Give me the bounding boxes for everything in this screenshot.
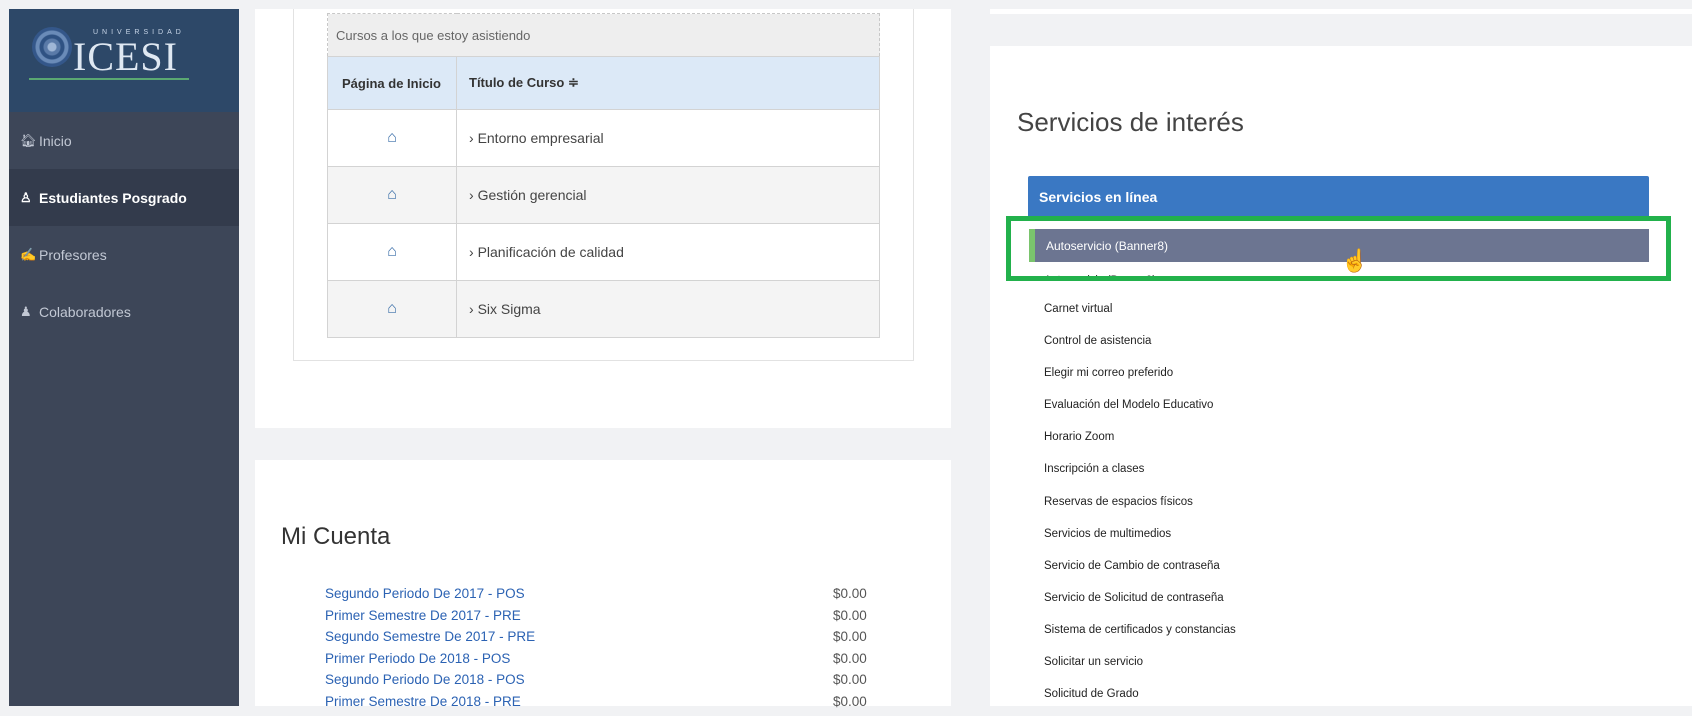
- services-list: Carnet virtual Control de asistencia Elegi…: [1044, 299, 1236, 716]
- seal-icon: [32, 27, 72, 67]
- hand-cursor-icon: ☝: [1341, 248, 1369, 273]
- service-link[interactable]: Evaluación del Modelo Educativo: [1044, 395, 1236, 427]
- chevron-right-icon: ›: [469, 187, 478, 203]
- sidebar-item-estudiantes-posgrado[interactable]: ♙ Estudiantes Posgrado: [9, 169, 239, 226]
- services-title: Servicios de interés: [1017, 107, 1244, 137]
- service-link[interactable]: Inscripción a clases: [1044, 459, 1236, 491]
- table-row: ⌂ › Gestión gerencial: [327, 166, 880, 224]
- student-icon: ♙: [20, 189, 32, 205]
- course-title: Planificación de calidad: [477, 244, 624, 260]
- account-period-link[interactable]: Segundo Periodo De 2018 - POS: [325, 672, 525, 694]
- table-row: ⌂ › Entorno empresarial: [327, 109, 880, 167]
- title-column-header[interactable]: Título de Curso ≑: [456, 56, 880, 110]
- account-period-link[interactable]: Segundo Semestre De 2017 - PRE: [325, 629, 535, 651]
- top-divider: [990, 9, 1692, 14]
- home-column-header: Página de Inicio: [327, 56, 457, 110]
- chevron-right-icon: ›: [469, 244, 478, 260]
- logo-underline: [29, 78, 189, 80]
- course-link[interactable]: › Gestión gerencial: [456, 166, 880, 224]
- sidebar-item-label: Colaboradores: [39, 303, 131, 320]
- service-link[interactable]: Servicios de multimedios: [1044, 524, 1236, 556]
- services-online-header[interactable]: Servicios en línea: [1028, 176, 1649, 217]
- account-period-link[interactable]: Segundo Periodo De 2017 - POS: [325, 586, 525, 608]
- account-amount: $0.00: [833, 672, 867, 687]
- account-row: Primer Semestre De 2018 - PRE $0.00: [325, 694, 885, 716]
- service-link[interactable]: Reservas de espacios físicos: [1044, 492, 1236, 524]
- course-link[interactable]: › Six Sigma: [456, 280, 880, 338]
- course-home-icon[interactable]: ⌂: [327, 223, 457, 281]
- account-list: Segundo Periodo De 2017 - POS $0.00 Primer…: [325, 586, 885, 715]
- course-title: Entorno empresarial: [477, 130, 604, 146]
- service-link[interactable]: Control de asistencia: [1044, 331, 1236, 363]
- service-link[interactable]: Solicitar un servicio: [1044, 652, 1236, 684]
- sidebar-item-profesores[interactable]: ✍ Profesores: [9, 226, 239, 283]
- logo-name-text: ICESI: [73, 34, 178, 79]
- account-amount: $0.00: [833, 693, 867, 709]
- university-logo[interactable]: UNIVERSIDAD ICESI: [9, 9, 239, 112]
- sidebar-item-colaboradores[interactable]: ♟ Colaboradores: [9, 283, 239, 340]
- users-icon: ♟: [20, 303, 32, 319]
- sidebar-item-inicio[interactable]: 🏠︎ Inicio: [9, 112, 239, 169]
- courses-table: Cursos a los que estoy asistiendo Página…: [327, 13, 880, 338]
- chevron-right-icon: ›: [469, 301, 478, 317]
- service-link[interactable]: Solicitud de Grado: [1044, 684, 1236, 716]
- service-link[interactable]: Sistema de certificados y constancias: [1044, 620, 1236, 652]
- table-row: ⌂ › Six Sigma: [327, 280, 880, 338]
- course-link[interactable]: › Entorno empresarial: [456, 109, 880, 167]
- account-title: Mi Cuenta: [281, 523, 391, 550]
- account-period-link[interactable]: Primer Periodo De 2018 - POS: [325, 651, 510, 673]
- service-link[interactable]: Servicio de Cambio de contraseña: [1044, 556, 1236, 588]
- sidebar-item-label: Estudiantes Posgrado: [39, 189, 187, 206]
- course-title: Gestión gerencial: [477, 187, 587, 203]
- account-period-link[interactable]: Primer Semestre De 2017 - PRE: [325, 608, 521, 630]
- account-amount: $0.00: [833, 607, 867, 623]
- sidebar-item-label: Profesores: [39, 246, 107, 263]
- course-home-icon[interactable]: ⌂: [327, 109, 457, 167]
- sidebar: UNIVERSIDAD ICESI 🏠︎ Inicio ♙ Estudiantes P…: [9, 9, 239, 706]
- sidebar-item-label: Inicio: [39, 132, 72, 149]
- account-row: Primer Periodo De 2018 - POS $0.00: [325, 651, 885, 673]
- service-link[interactable]: Carnet virtual: [1044, 299, 1236, 331]
- course-link[interactable]: › Planificación de calidad: [456, 223, 880, 281]
- account-row: Primer Semestre De 2017 - PRE $0.00: [325, 608, 885, 630]
- account-amount: $0.00: [833, 650, 867, 666]
- courses-caption: Cursos a los que estoy asistiendo: [327, 13, 880, 57]
- account-amount: $0.00: [833, 586, 867, 601]
- service-link[interactable]: Servicio de Solicitud de contraseña: [1044, 588, 1236, 620]
- account-period-link[interactable]: Primer Semestre De 2018 - PRE: [325, 694, 521, 716]
- teacher-icon: ✍: [20, 246, 37, 262]
- course-home-icon[interactable]: ⌂: [327, 280, 457, 338]
- sidebar-nav: 🏠︎ Inicio ♙ Estudiantes Posgrado ✍ Profesores…: [9, 112, 239, 340]
- home-icon: 🏠︎: [20, 132, 37, 148]
- service-link[interactable]: Elegir mi correo preferido: [1044, 363, 1236, 395]
- account-row: Segundo Semestre De 2017 - PRE $0.00: [325, 629, 885, 651]
- account-row: Segundo Periodo De 2017 - POS $0.00: [325, 586, 885, 608]
- chevron-right-icon: ›: [469, 130, 478, 146]
- account-amount: $0.00: [833, 629, 867, 644]
- course-title: Six Sigma: [477, 301, 541, 317]
- service-link[interactable]: Horario Zoom: [1044, 427, 1236, 459]
- account-row: Segundo Periodo De 2018 - POS $0.00: [325, 672, 885, 694]
- highlight-box: [1006, 216, 1671, 281]
- table-row: ⌂ › Planificación de calidad: [327, 223, 880, 281]
- course-home-icon[interactable]: ⌂: [327, 166, 457, 224]
